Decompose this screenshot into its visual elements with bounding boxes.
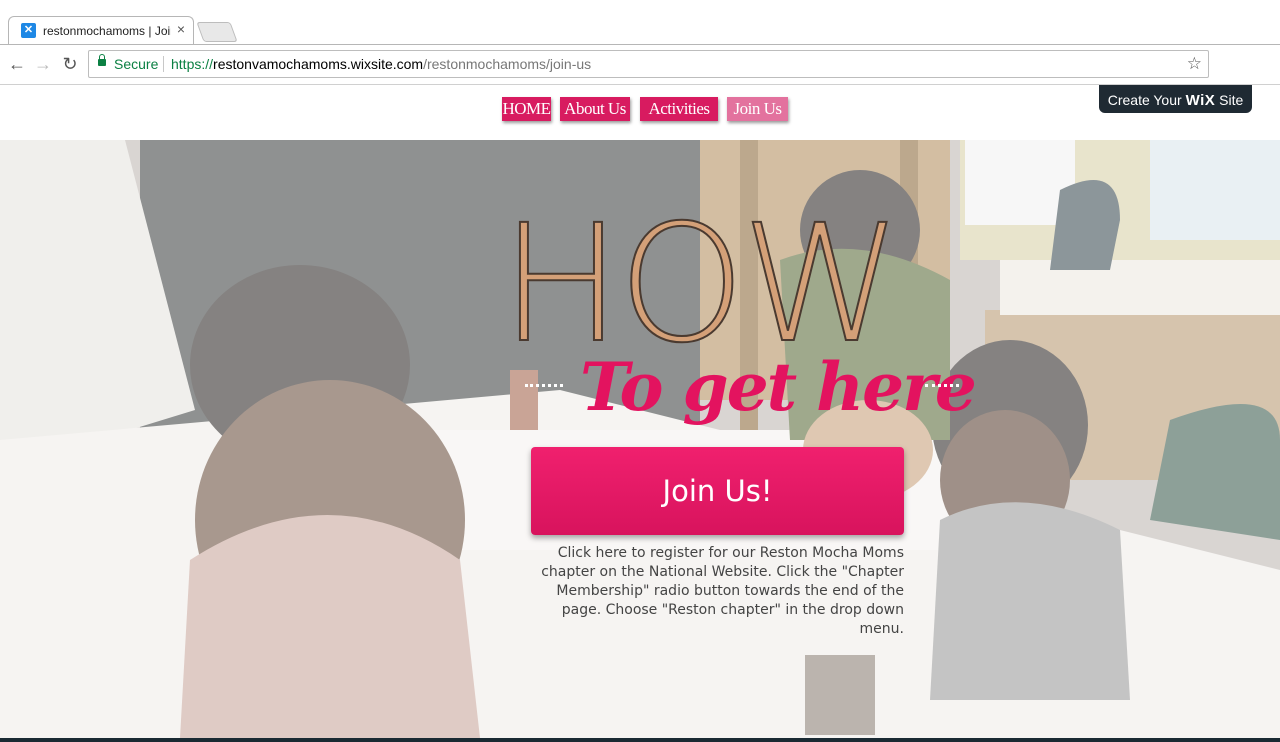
page-bottom-bar	[0, 738, 1280, 742]
subheading-dots-right	[925, 384, 959, 387]
address-bar[interactable]: Secure https://restonvamochamoms.wixsite…	[88, 50, 1209, 78]
hero-subheading: To get here	[580, 348, 977, 426]
address-divider	[163, 56, 164, 72]
forward-icon[interactable]: →	[32, 53, 54, 75]
join-us-button[interactable]: Join Us!	[531, 447, 904, 535]
site-header: HOME About Us Activities Join Us Create …	[0, 85, 1280, 140]
create-wix-site-banner[interactable]: Create Your WiX Site	[1099, 85, 1252, 113]
nav-item-about-us[interactable]: About Us	[560, 97, 630, 121]
wix-logo: WiX	[1185, 92, 1216, 109]
browser-tab-strip: ✕ restonmochamoms | Join Us ×	[0, 0, 1280, 45]
nav-item-activities[interactable]: Activities	[640, 97, 718, 121]
nav-item-join-us[interactable]: Join Us	[727, 97, 788, 121]
hero-heading: HOW	[499, 191, 903, 379]
browser-toolbar: ← → ↻ Secure https://restonvamochamoms.w…	[0, 45, 1280, 85]
nav-item-home[interactable]: HOME	[502, 97, 551, 121]
subheading-dots-left	[525, 384, 563, 387]
url-path: /restonmochamoms/join-us	[423, 56, 592, 72]
new-tab-button[interactable]	[196, 22, 238, 42]
back-icon[interactable]: ←	[6, 53, 28, 75]
url-host: restonvamochamoms.wixsite.com	[213, 56, 424, 72]
star-icon[interactable]: ☆	[1187, 54, 1202, 74]
wix-badge-suffix: Site	[1215, 92, 1244, 108]
join-instructions-text: Click here to register for our Reston Mo…	[541, 545, 904, 637]
wix-badge-prefix: Create Your	[1107, 92, 1186, 108]
reload-icon[interactable]: ↻	[59, 53, 81, 75]
lock-icon	[98, 54, 106, 66]
wix-favicon-icon: ✕	[21, 23, 36, 38]
url-text[interactable]: https://restonvamochamoms.wixsite.com/re…	[171, 56, 591, 72]
tab-title: restonmochamoms | Join Us	[43, 24, 171, 38]
close-icon[interactable]: ×	[173, 21, 189, 37]
browser-tab[interactable]: ✕ restonmochamoms | Join Us ×	[8, 16, 194, 44]
secure-label: Secure	[114, 56, 159, 72]
url-scheme: https://	[171, 56, 214, 72]
